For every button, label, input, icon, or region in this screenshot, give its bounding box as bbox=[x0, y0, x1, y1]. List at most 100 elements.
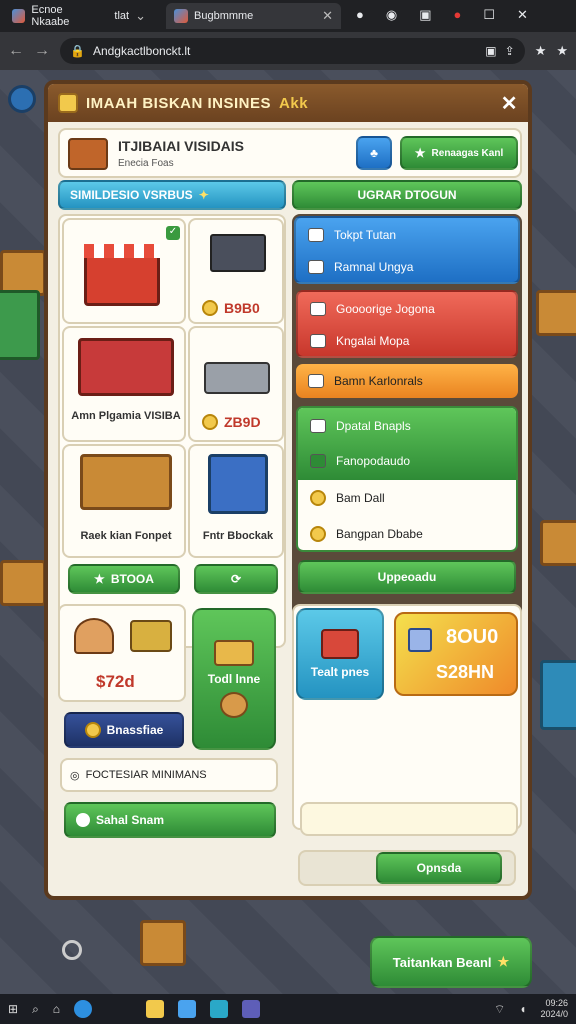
maximize-icon[interactable]: ☐ bbox=[483, 7, 495, 23]
item-shelves[interactable]: Amn Plgamia VISIBA bbox=[62, 326, 186, 442]
counter-icon bbox=[210, 234, 266, 272]
app-icon[interactable] bbox=[242, 1000, 261, 1018]
network-icon[interactable]: ⌔ bbox=[494, 1002, 505, 1017]
star-icon: ★ bbox=[497, 954, 510, 969]
back-icon[interactable]: ← bbox=[8, 42, 24, 60]
item-stall[interactable]: ✓ bbox=[62, 218, 186, 324]
tab-simulation-label: SIMILDESIO VSRBUS bbox=[70, 188, 193, 202]
windows-start-icon[interactable]: ⊞ bbox=[8, 1002, 18, 1016]
window-icon[interactable]: ▣ bbox=[419, 7, 431, 23]
menu-item[interactable]: Ramnal Ungya bbox=[296, 252, 518, 282]
item-warehouse[interactable]: Raek kian Fonpet bbox=[62, 444, 186, 558]
close-icon[interactable]: ✕ bbox=[501, 91, 518, 116]
tab-favicon-icon bbox=[174, 9, 188, 23]
upgrade-button[interactable]: Uppeoadu bbox=[298, 560, 516, 594]
rename-button-label: Renaagas Kanl bbox=[431, 147, 504, 159]
coin-icon bbox=[202, 414, 218, 430]
diamond-icon bbox=[308, 228, 324, 242]
folder-icon[interactable] bbox=[146, 1000, 165, 1018]
item-price-value: ZB9D bbox=[224, 414, 261, 430]
barrel-icon bbox=[220, 692, 248, 718]
tab-upgrade[interactable]: UGRAR DTOGUN bbox=[292, 180, 522, 210]
menu-group-red: Goooorige Jogona Kngalai Mopa bbox=[296, 290, 518, 358]
forward-icon[interactable]: → bbox=[34, 42, 50, 60]
menu-item[interactable]: Bangpan Dbabe bbox=[298, 516, 516, 550]
menu-item[interactable]: Dpatal Bnapls bbox=[298, 408, 516, 444]
menu-item[interactable]: Bam Dall bbox=[298, 480, 516, 516]
tab-1[interactable]: Ecnoe Nkaabe tlat ⌄ bbox=[4, 3, 154, 29]
item-register[interactable]: ZB9D bbox=[188, 326, 284, 442]
workers-card[interactable]: $72d bbox=[58, 604, 186, 702]
rename-button[interactable]: ★ Renaagas Kanl bbox=[400, 136, 518, 170]
volume-icon[interactable]: ◖ bbox=[519, 1002, 526, 1016]
buy-button[interactable]: ★ BTOOA bbox=[68, 564, 180, 594]
modal-header: IMAAH BISKAN INSINES Akk ✕ bbox=[48, 84, 528, 122]
extension-icon[interactable]: ● bbox=[356, 7, 364, 23]
menu-item[interactable]: Fanopodaudo bbox=[298, 444, 516, 478]
record-icon[interactable]: ◉ bbox=[386, 7, 397, 23]
search-icon[interactable]: ⌕ bbox=[32, 1002, 39, 1017]
empty-field[interactable] bbox=[300, 802, 518, 836]
open-button[interactable]: Opnsda bbox=[376, 852, 502, 884]
coin-icon bbox=[310, 526, 326, 542]
task-view-icon[interactable]: ⌂ bbox=[53, 1002, 60, 1016]
alert-icon[interactable]: ● bbox=[454, 7, 462, 23]
shield-icon bbox=[310, 419, 326, 433]
taskbar: ⊞ ⌕ ⌂ ⌔ ◖ 09:26 2024/0 bbox=[0, 994, 576, 1024]
clock-time: 09:26 bbox=[545, 998, 568, 1008]
store-icon[interactable] bbox=[178, 1000, 197, 1018]
tree-button[interactable]: ♣ bbox=[356, 136, 392, 170]
cta-button[interactable]: Taitankan Beanl ★ bbox=[370, 936, 532, 988]
tab-2[interactable]: Bugbmmme ✕ bbox=[166, 3, 341, 29]
gauge-icon: ◎ bbox=[70, 769, 80, 782]
menu-item[interactable]: Tokpt Tutan bbox=[296, 218, 518, 252]
tab-simulation[interactable]: SIMILDESIO VSRBUS ✦ bbox=[58, 180, 286, 210]
dot-icon bbox=[76, 813, 90, 827]
awning-icon bbox=[84, 244, 160, 258]
url-field[interactable]: 🔒 Andgkactlbonckt.lt ▣ ⇪ bbox=[60, 38, 525, 64]
tab-2-label: Bugbmmme bbox=[194, 10, 254, 22]
browser-tab-bar: Ecnoe Nkaabe tlat ⌄ Bugbmmme ✕ ● ◉ ▣ ● ☐… bbox=[0, 0, 576, 32]
url-text: Andgkactlbonckt.lt bbox=[92, 44, 191, 58]
close-icon[interactable]: ✕ bbox=[322, 8, 333, 24]
spark-icon: ✦ bbox=[198, 188, 209, 202]
address-bar: ← → 🔒 Andgkactlbonckt.lt ▣ ⇪ ★ ★ bbox=[0, 32, 576, 70]
basket-label: Tealt pnes bbox=[310, 665, 370, 679]
settings-icon[interactable] bbox=[62, 940, 82, 960]
window-close-icon[interactable]: ✕ bbox=[517, 7, 528, 23]
item-counter[interactable]: B9B0 bbox=[188, 218, 284, 324]
menu-item[interactable]: Bamn Karlonrals bbox=[296, 364, 518, 398]
tree-icon: ♣ bbox=[370, 146, 378, 160]
progress-bar[interactable]: Sahal Snam bbox=[64, 802, 276, 838]
item-label: Fntr Bbockak bbox=[202, 530, 274, 542]
stat-row: ◎ FOCTESIAR MINIMANS bbox=[60, 758, 278, 792]
modal-title-badge: Akk bbox=[279, 94, 309, 112]
star-icon: ★ bbox=[94, 572, 105, 586]
star-icon[interactable]: ★ bbox=[556, 43, 568, 59]
tab-favicon-icon bbox=[12, 9, 26, 23]
menu-item[interactable]: Goooorige Jogona bbox=[298, 292, 516, 326]
bottom-right: Tealt pnes 8OU0 S28HN bbox=[292, 604, 522, 836]
share-icon[interactable]: ⇪ bbox=[505, 44, 515, 58]
business-button[interactable]: Bnassfiae bbox=[64, 712, 184, 748]
item-price: B9B0 bbox=[202, 300, 260, 316]
menu-item[interactable]: Kngalai Mopa bbox=[298, 326, 516, 356]
edge-icon[interactable] bbox=[74, 1000, 93, 1018]
item-kiosk[interactable]: Fntr Bbockak bbox=[188, 444, 284, 558]
business-modal: IMAAH BISKAN INSINES Akk ✕ ITJIBAIAI VIS… bbox=[44, 80, 532, 900]
camera-icon[interactable]: ▣ bbox=[485, 44, 496, 58]
lock-icon: 🔒 bbox=[70, 44, 85, 58]
items-panel: ✓ B9B0 Amn Plgamia VISIBA ZB9D Raek kian… bbox=[58, 214, 286, 648]
total-card-label: Todl lnne bbox=[207, 672, 261, 686]
app-icon[interactable] bbox=[210, 1000, 229, 1018]
close-icon[interactable]: ⌄ bbox=[135, 8, 146, 24]
clock[interactable]: 09:26 2024/0 bbox=[540, 998, 568, 1020]
item-price: ZB9D bbox=[202, 414, 261, 430]
bookmark-star-icon[interactable]: ★ bbox=[535, 43, 547, 59]
menu-item-label: Dpatal Bnapls bbox=[336, 419, 411, 433]
refresh-button[interactable]: ⟳ bbox=[194, 564, 278, 594]
basket-card[interactable]: Tealt pnes bbox=[296, 608, 384, 700]
player-avatar-icon[interactable] bbox=[8, 85, 36, 113]
header-card-title: ITJIBAIAI VISIDAIS bbox=[118, 138, 245, 154]
total-card[interactable]: Todl lnne bbox=[192, 608, 276, 750]
